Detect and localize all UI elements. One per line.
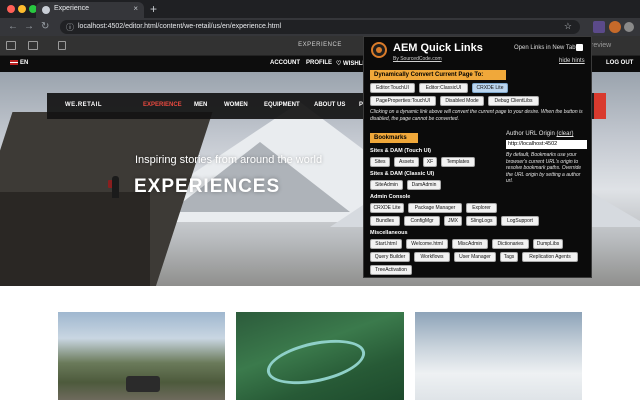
jmx-button[interactable]: JMX [444, 216, 462, 226]
logsupport-button[interactable]: LogSupport [501, 216, 539, 226]
aem-quick-links-popup: AEM Quick Links By SourcedCode.com Open … [363, 36, 592, 278]
sites-button[interactable]: Sites [370, 157, 390, 167]
language-label: EN [20, 60, 29, 67]
section-miscellaneous: Miscellaneous [370, 230, 408, 236]
story-card-image[interactable] [415, 312, 582, 400]
assets-button[interactable]: Assets [394, 157, 419, 167]
brand-logo[interactable]: WE.RETAIL [65, 102, 102, 108]
language-selector[interactable]: EN [10, 60, 28, 66]
nav-women[interactable]: WOMEN [224, 102, 248, 108]
logout-link[interactable]: LOG OUT [606, 60, 633, 66]
open-new-tab-checkbox[interactable] [576, 44, 583, 51]
profile-avatar[interactable] [624, 22, 634, 32]
address-bar[interactable]: ⓘ localhost:4502/editor.html/content/we-… [60, 20, 580, 34]
xf-button[interactable]: XF [423, 157, 437, 167]
nav-men[interactable]: MEN [194, 102, 207, 108]
convert-hint: Clicking on a dynamic link above will co… [370, 109, 583, 122]
editor-touchui-button[interactable]: Editor:TouchUI [370, 83, 415, 93]
hide-hints-link[interactable]: hide hints [559, 58, 585, 64]
extension-icon[interactable] [593, 21, 605, 33]
river-shape [262, 332, 370, 392]
reload-button[interactable]: ↻ [41, 21, 49, 33]
nav-equipment[interactable]: EQUIPMENT [264, 102, 300, 108]
page-properties-touchui-button[interactable]: PageProperties:TouchUI [370, 96, 436, 106]
bookmark-star-icon[interactable]: ☆ [564, 21, 572, 32]
section-admin-console: Admin Console [370, 194, 411, 200]
dictionaries-button[interactable]: Dictionaries [492, 239, 529, 249]
cliff-shape [0, 192, 150, 286]
disabled-mode-button[interactable]: Disabled Mode [440, 96, 484, 106]
section-classic-ui: Sites & DAM (Classic UI) [370, 171, 435, 177]
story-card-image[interactable] [236, 312, 404, 400]
crxde-lite-button[interactable]: CRXDE Lite [472, 83, 508, 93]
workflows-button[interactable]: Workflows [414, 252, 450, 262]
page-title: EXPERIENCE [298, 42, 342, 48]
open-new-tab-label: Open Links in New Tab [514, 45, 576, 51]
bookmarks-heading: Bookmarks [370, 133, 418, 143]
aem-logo-icon [371, 42, 387, 58]
new-tab-button[interactable]: + [150, 2, 157, 16]
minimize-window-button[interactable] [18, 5, 26, 13]
hero-title: EXPERIENCES [134, 176, 281, 197]
user-manager-button[interactable]: User Manager [454, 252, 496, 262]
nav-experience[interactable]: EXPERIENCE [143, 102, 182, 108]
annotations-icon[interactable] [58, 41, 66, 50]
siteadmin-button[interactable]: SiteAdmin [370, 180, 403, 190]
us-flag-icon [10, 60, 18, 65]
favicon-icon [42, 6, 50, 14]
cart-tab[interactable] [594, 93, 606, 119]
profile-link[interactable]: PROFILE [306, 60, 332, 66]
back-button[interactable]: ← [8, 21, 18, 33]
account-link[interactable]: ACCOUNT [270, 60, 300, 66]
aem-quick-links-extension-icon[interactable] [609, 21, 621, 33]
popup-title: AEM Quick Links [393, 42, 483, 54]
page-properties-icon[interactable] [28, 41, 38, 50]
jeep-shape [126, 376, 160, 392]
welcome-html-button[interactable]: Welcome.html [406, 239, 448, 249]
site-info-icon[interactable]: ⓘ [66, 22, 74, 33]
tab-strip: Experience × + [0, 0, 640, 18]
bundles-button[interactable]: Bundles [370, 216, 400, 226]
url-text[interactable]: localhost:4502/editor.html/content/we-re… [78, 23, 281, 30]
tab-title: Experience [54, 5, 90, 12]
section-touch-ui: Sites & DAM (Touch UI) [370, 148, 432, 154]
package-manager-button[interactable]: Package Manager [408, 203, 462, 213]
story-card-image[interactable] [58, 312, 225, 400]
admin-crxde-lite-button[interactable]: CRXDE Lite [370, 203, 404, 213]
miscadmin-button[interactable]: MiscAdmin [452, 239, 488, 249]
damadmin-button[interactable]: DamAdmin [407, 180, 441, 190]
preview-button[interactable]: review [591, 42, 611, 49]
hero-tagline: Inspiring stories from around the world [135, 154, 323, 166]
query-builder-button[interactable]: Query Builder [370, 252, 410, 262]
editor-classicui-button[interactable]: Editor:ClassicUI [419, 83, 468, 93]
clear-origin-link[interactable]: (clear) [556, 131, 573, 137]
forward-button[interactable]: → [24, 21, 34, 33]
side-panel-icon[interactable] [6, 41, 16, 50]
start-html-button[interactable]: Start.html [370, 239, 402, 249]
replication-agents-button[interactable]: Replication Agents [522, 252, 578, 262]
close-tab-icon[interactable]: × [133, 4, 138, 13]
configmgr-button[interactable]: ConfigMgr [404, 216, 440, 226]
convert-heading: Dynamically Convert Current Page To: [370, 70, 506, 80]
hiker-figure [112, 176, 119, 198]
author-link[interactable]: By SourcedCode.com [393, 56, 442, 62]
close-window-button[interactable] [7, 5, 15, 13]
origin-hint: By default, Bookmarks use your browser's… [506, 152, 582, 184]
templates-button[interactable]: Templates [441, 157, 475, 167]
tags-button[interactable]: Tags [500, 252, 518, 262]
debug-clientlibs-button[interactable]: Debug ClientLibs [488, 96, 539, 106]
slinglogs-button[interactable]: SlingLogs [466, 216, 497, 226]
tree-activation-button[interactable]: TreeActivation [370, 265, 412, 275]
explorer-button[interactable]: Explorer [466, 203, 497, 213]
browser-tab[interactable]: Experience × [36, 2, 144, 18]
wishlist-link[interactable]: ♡ WISHLI [336, 60, 364, 67]
browser-toolbar: ← → ↻ ⓘ localhost:4502/editor.html/conte… [0, 18, 640, 36]
author-origin-label: Author URL Origin (clear) [506, 131, 574, 137]
dumplibs-button[interactable]: DumpLibs [533, 239, 563, 249]
browser-window: Experience × + ← → ↻ ⓘ localhost:4502/ed… [0, 0, 640, 400]
author-origin-input[interactable]: http://localhost:4502 [506, 140, 587, 149]
nav-about-us[interactable]: ABOUT US [314, 102, 345, 108]
